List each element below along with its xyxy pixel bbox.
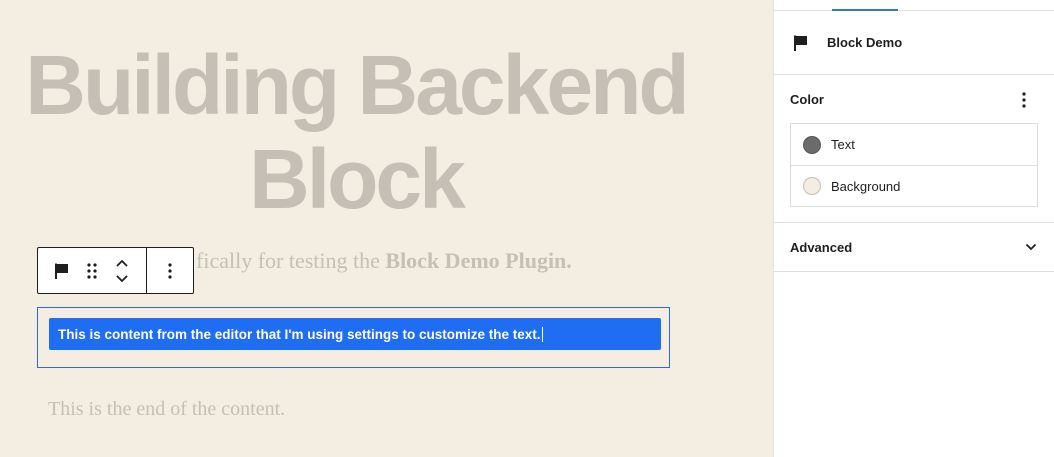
more-vertical-icon xyxy=(1022,92,1026,108)
post-title[interactable]: Building Backend Block xyxy=(0,38,712,226)
intro-text: fically for testing the xyxy=(196,248,386,273)
text-color-swatch xyxy=(803,135,821,154)
chevron-down-icon xyxy=(1024,240,1038,254)
color-settings-list: Text Background xyxy=(790,123,1038,207)
block-toolbar xyxy=(37,247,194,294)
settings-sidebar: Block Demo Color Text Background Advance… xyxy=(773,0,1054,457)
intro-bold-text: Block Demo Plugin. xyxy=(385,248,572,273)
block-card-icon-wrap xyxy=(792,32,814,54)
editor-canvas: Building Backend Block fically for testi… xyxy=(0,0,773,457)
color-item-text[interactable]: Text xyxy=(791,124,1037,165)
color-item-background[interactable]: Background xyxy=(791,165,1037,206)
advanced-panel-toggle[interactable]: Advanced xyxy=(774,223,1054,272)
block-demo-content[interactable]: This is content from the editor that I'm… xyxy=(49,318,661,350)
block-card-title: Block Demo xyxy=(827,35,903,50)
advanced-panel-title: Advanced xyxy=(790,239,853,255)
color-panel: Color Text Background xyxy=(774,75,1054,223)
more-options-button[interactable] xyxy=(158,259,182,283)
toolbar-group-main xyxy=(38,248,147,293)
color-item-label: Text xyxy=(831,137,855,152)
move-down-icon[interactable] xyxy=(115,274,129,284)
color-panel-title: Color xyxy=(790,92,824,107)
block-content-text[interactable]: This is content from the editor that I'm… xyxy=(58,327,541,342)
block-card: Block Demo xyxy=(774,11,1054,75)
color-options-button[interactable] xyxy=(1012,89,1036,111)
flag-icon xyxy=(794,35,807,51)
text-caret xyxy=(541,326,543,342)
background-color-swatch xyxy=(803,177,821,195)
drag-handle-button[interactable] xyxy=(80,259,104,283)
intro-paragraph[interactable]: fically for testing the Block Demo Plugi… xyxy=(196,248,572,274)
flag-icon xyxy=(55,263,68,279)
outro-paragraph[interactable]: This is the end of the content. xyxy=(48,398,285,421)
move-buttons xyxy=(110,254,134,288)
block-type-button[interactable] xyxy=(50,259,74,283)
selected-block[interactable]: This is content from the editor that I'm… xyxy=(37,307,670,368)
toolbar-group-options xyxy=(147,248,193,293)
more-options-icon xyxy=(168,262,172,279)
drag-handle-icon xyxy=(87,262,97,279)
move-up-icon[interactable] xyxy=(115,258,129,268)
color-item-label: Background xyxy=(831,178,901,194)
